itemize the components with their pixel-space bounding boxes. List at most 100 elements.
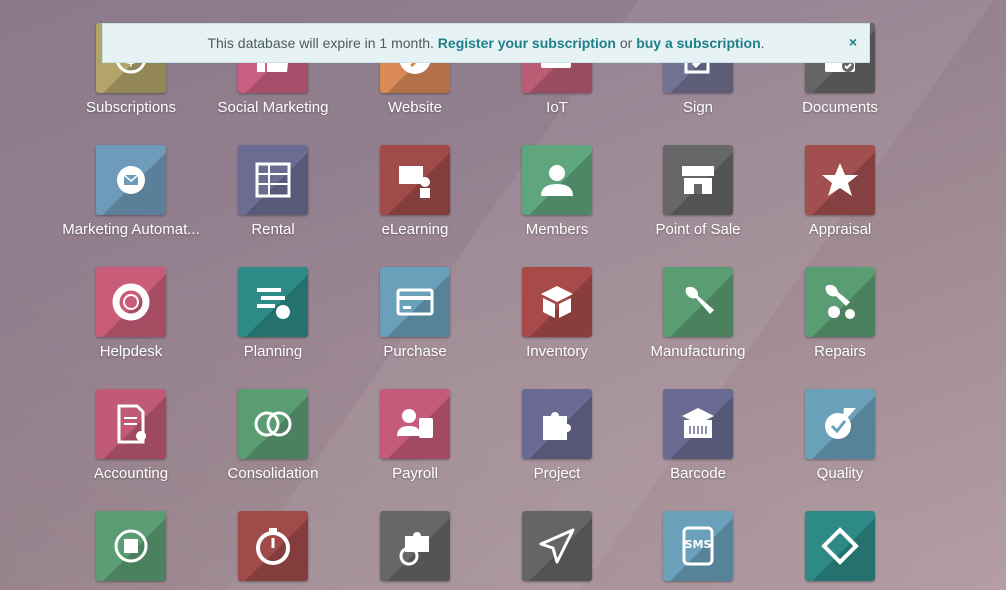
app-point-of-sale[interactable]: Point of Sale xyxy=(628,145,768,238)
stopwatch-icon xyxy=(256,528,290,565)
app-project[interactable]: Project xyxy=(487,389,627,482)
star-icon xyxy=(822,163,858,196)
app-label: eLearning xyxy=(381,221,449,238)
app-tile[interactable] xyxy=(663,389,733,459)
quality-icon xyxy=(825,408,856,439)
app-marketing-automat[interactable]: Marketing Automat... xyxy=(61,145,201,238)
app-item-26[interactable] xyxy=(345,511,485,581)
app-label: Helpdesk xyxy=(99,343,163,360)
app-label: Project xyxy=(533,465,581,482)
app-tile[interactable] xyxy=(805,389,875,459)
app-label: Repairs xyxy=(814,343,866,360)
sms-icon: SMS xyxy=(682,526,714,566)
puzzle-icon xyxy=(543,412,571,440)
app-tile[interactable] xyxy=(380,267,450,337)
app-label: Rental xyxy=(251,221,295,238)
app-tile[interactable] xyxy=(522,511,592,581)
app-tile[interactable] xyxy=(663,145,733,215)
app-tile[interactable] xyxy=(805,145,875,215)
app-label: Purchase xyxy=(383,343,447,360)
app-tile[interactable] xyxy=(96,145,166,215)
wrench-gear-icon xyxy=(825,284,855,319)
puzzle-clock-icon xyxy=(399,532,429,566)
wrench-icon xyxy=(685,286,714,314)
app-label: IoT xyxy=(546,99,568,116)
app-label: Planning xyxy=(243,343,303,360)
payroll-icon xyxy=(397,409,433,438)
box-icon xyxy=(541,286,573,318)
close-banner-button[interactable]: × xyxy=(849,34,857,50)
app-label: Subscriptions xyxy=(85,99,177,116)
ticket-icon xyxy=(821,527,859,565)
elearning-icon xyxy=(399,166,430,198)
app-label: Appraisal xyxy=(808,221,872,238)
app-label: Members xyxy=(525,221,589,238)
app-tile[interactable] xyxy=(380,389,450,459)
app-tile[interactable] xyxy=(805,267,875,337)
app-rental[interactable]: Rental xyxy=(203,145,343,238)
app-label: Quality xyxy=(816,465,864,482)
app-tile[interactable] xyxy=(96,511,166,581)
app-purchase[interactable]: Purchase xyxy=(345,267,485,360)
app-tile[interactable] xyxy=(238,267,308,337)
store-icon xyxy=(682,166,714,194)
banner-period: . xyxy=(760,35,765,51)
app-planning[interactable]: Planning xyxy=(203,267,343,360)
gear-mail-icon xyxy=(117,166,145,194)
app-label: Website xyxy=(388,99,442,116)
svg-text:SMS: SMS xyxy=(685,538,712,551)
member-icon xyxy=(541,165,573,196)
circles-icon xyxy=(254,411,292,437)
app-label: Sign xyxy=(682,99,714,116)
app-barcode[interactable]: Barcode xyxy=(628,389,768,482)
app-tile[interactable] xyxy=(238,389,308,459)
app-label: Marketing Automat... xyxy=(62,221,200,238)
app-item-25[interactable] xyxy=(203,511,343,581)
app-tile[interactable] xyxy=(380,145,450,215)
app-tile[interactable] xyxy=(522,267,592,337)
app-item-24[interactable] xyxy=(61,511,201,581)
banner-text: This database will expire in 1 month. xyxy=(207,35,434,51)
app-label: Documents xyxy=(802,99,878,116)
app-label: Accounting xyxy=(93,465,169,482)
app-consolidation[interactable]: Consolidation xyxy=(203,389,343,482)
banner-or-text: or xyxy=(619,35,633,51)
app-tile[interactable] xyxy=(96,267,166,337)
app-tile[interactable] xyxy=(522,389,592,459)
app-tile[interactable]: SMS xyxy=(663,511,733,581)
app-inventory[interactable]: Inventory xyxy=(487,267,627,360)
app-elearning[interactable]: eLearning xyxy=(345,145,485,238)
credit-card-icon xyxy=(396,288,434,316)
app-tile[interactable] xyxy=(522,145,592,215)
app-helpdesk[interactable]: Helpdesk xyxy=(61,267,201,360)
app-label: Point of Sale xyxy=(655,221,741,238)
app-label: Manufacturing xyxy=(650,343,746,360)
app-tile[interactable] xyxy=(238,145,308,215)
app-label: Consolidation xyxy=(227,465,319,482)
lifebuoy-icon xyxy=(112,283,150,321)
app-members[interactable]: Members xyxy=(487,145,627,238)
rental-icon xyxy=(255,162,291,198)
app-tile[interactable] xyxy=(663,267,733,337)
app-sms[interactable]: SMS xyxy=(628,511,768,581)
app-label: Social Marketing xyxy=(217,99,329,116)
app-item-27[interactable] xyxy=(487,511,627,581)
app-label: Payroll xyxy=(392,465,438,482)
app-manufacturing[interactable]: Manufacturing xyxy=(628,267,768,360)
app-item-29[interactable] xyxy=(770,511,910,581)
app-tile[interactable] xyxy=(805,511,875,581)
app-tile[interactable] xyxy=(96,389,166,459)
register-subscription-link[interactable]: Register your subscription xyxy=(438,35,616,51)
expiration-banner: This database will expire in 1 month. Re… xyxy=(102,23,870,63)
invoice-icon xyxy=(117,404,146,444)
app-quality[interactable]: Quality xyxy=(770,389,910,482)
app-payroll[interactable]: Payroll xyxy=(345,389,485,482)
barcode-box-icon xyxy=(682,408,714,438)
app-appraisal[interactable]: Appraisal xyxy=(770,145,910,238)
app-tile[interactable] xyxy=(238,511,308,581)
buy-subscription-link[interactable]: buy a subscription xyxy=(636,35,760,51)
app-accounting[interactable]: Accounting xyxy=(61,389,201,482)
app-tile[interactable] xyxy=(380,511,450,581)
app-label: Barcode xyxy=(670,465,726,482)
app-repairs[interactable]: Repairs xyxy=(770,267,910,360)
